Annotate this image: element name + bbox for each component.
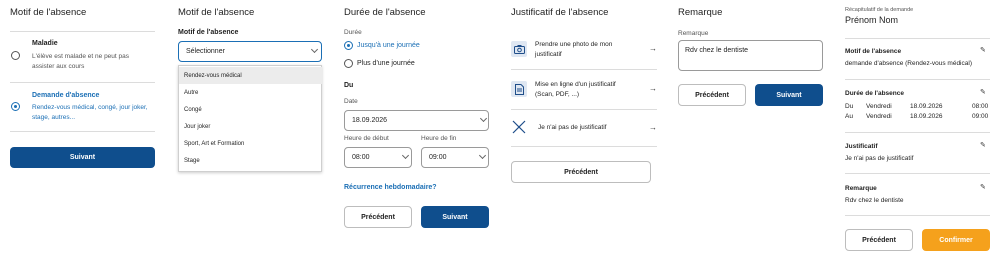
page-title: Justificatif de l'absence: [511, 7, 609, 18]
page-title: Remarque: [678, 7, 723, 18]
dropdown-option[interactable]: Rendez-vous médical: [179, 67, 322, 84]
page-title: Durée de l'absence: [344, 7, 426, 18]
recap-rem-value: Rdv chez le dentiste: [845, 197, 904, 204]
divider: [10, 131, 155, 132]
edit-pencil-icon[interactable]: ✎: [980, 183, 986, 191]
page-title: Motif de l'absence: [178, 7, 255, 18]
divider: [845, 173, 990, 174]
recap-row-from-time: 08:00: [972, 103, 989, 110]
option-upload[interactable]: Mise en ligne d'un justificatif (Scan, P…: [511, 76, 657, 106]
edit-pencil-icon[interactable]: ✎: [980, 88, 986, 96]
start-time-select[interactable]: 08:00: [344, 147, 412, 168]
dropdown-option[interactable]: Sport, Art et Formation: [179, 135, 322, 152]
radio-maladie[interactable]: [11, 51, 20, 60]
recap-row-from-day: Vendredi: [866, 103, 892, 110]
end-time-select[interactable]: 09:00: [421, 147, 489, 168]
camera-icon: [511, 41, 527, 57]
page-title: Motif de l'absence: [10, 7, 87, 18]
option-desc-maladie: L'élève est malade et ne peut pas assist…: [32, 53, 130, 70]
option-none-label: Je n'ai pas de justificatif: [538, 124, 607, 131]
remark-value: Rdv chez le dentiste: [685, 47, 749, 54]
divider: [511, 69, 657, 70]
recap-row-from-date: 18.09.2026: [910, 103, 943, 110]
arrow-right-icon: →: [649, 123, 657, 132]
option-photo[interactable]: Prendre une photo de mon justificatif →: [511, 36, 657, 66]
recap-just-value: Je n'ai pas de justificatif: [845, 155, 914, 162]
date-field[interactable]: 18.09.2026: [344, 110, 489, 131]
date-value: 18.09.2026: [352, 117, 388, 124]
recap-motif-value: demande d'absence (Rendez-vous médical): [845, 60, 972, 67]
divider: [10, 82, 155, 83]
remark-label: Remarque: [678, 30, 709, 37]
section-du: Du: [344, 82, 354, 89]
edit-pencil-icon[interactable]: ✎: [980, 46, 986, 54]
dropdown-option[interactable]: Congé: [179, 101, 322, 118]
student-name: Prénom Nom: [845, 15, 899, 25]
recap-caption: Récapitulatif de la demande: [845, 7, 914, 13]
select-label: Motif de l'absence: [178, 29, 239, 36]
start-time-label: Heure de début: [344, 135, 389, 142]
dropdown-option[interactable]: Stage: [179, 152, 322, 169]
recap-motif-title: Motif de l'absence: [845, 48, 902, 55]
document-icon: [511, 81, 527, 97]
divider: [511, 146, 657, 147]
dropdown-option[interactable]: Jour joker: [179, 118, 322, 135]
radio-multi-day[interactable]: [344, 59, 353, 68]
date-label: Date: [344, 98, 358, 105]
confirm-button[interactable]: Confirmer: [922, 229, 990, 251]
radio-one-day[interactable]: [344, 41, 353, 50]
recap-row-to-date: 18.09.2026: [910, 113, 943, 120]
arrow-right-icon: →: [649, 84, 657, 93]
previous-button[interactable]: Précédent: [344, 206, 412, 228]
dropdown-option[interactable]: Autre: [179, 84, 322, 101]
recap-row-from-label: Du: [845, 103, 854, 110]
radio-label-multi-day: Plus d'une journée: [357, 60, 415, 67]
previous-button[interactable]: Précédent: [511, 161, 651, 183]
duration-label: Durée: [344, 29, 362, 36]
end-time-value: 09:00: [429, 154, 447, 161]
recap-row-to-label: Au: [845, 113, 853, 120]
dropdown-list: Rendez-vous médical Autre Congé Jour jok…: [178, 65, 322, 172]
recurrence-link[interactable]: Récurrence hebdomadaire?: [344, 184, 437, 191]
recap-duree-title: Durée de l'absence: [845, 90, 904, 97]
start-time-value: 08:00: [352, 154, 370, 161]
recap-row-to-day: Vendredi: [866, 113, 892, 120]
divider: [511, 109, 657, 110]
option-title-demande: Demande d'absence: [32, 92, 100, 99]
radio-label-one-day: Jusqu'à une journée: [357, 42, 420, 49]
remark-textarea[interactable]: Rdv chez le dentiste: [678, 40, 823, 71]
radio-demande[interactable]: [11, 102, 20, 111]
recap-rem-title: Remarque: [845, 185, 877, 192]
next-button[interactable]: Suivant: [421, 206, 489, 228]
previous-button[interactable]: Précédent: [845, 229, 913, 251]
divider: [10, 31, 155, 32]
option-title-maladie: Maladie: [32, 40, 58, 47]
divider: [845, 132, 990, 133]
select-value: Sélectionner: [186, 48, 225, 55]
divider: [845, 215, 990, 216]
motif-select[interactable]: Sélectionner: [178, 41, 322, 62]
option-photo-label: Prendre une photo de mon justificatif: [535, 41, 613, 58]
previous-button[interactable]: Précédent: [678, 84, 746, 106]
option-upload-label: Mise en ligne d'un justificatif (Scan, P…: [535, 81, 616, 98]
arrow-right-icon: →: [649, 44, 657, 53]
recap-just-title: Justificatif: [845, 143, 878, 150]
next-button[interactable]: Suivant: [755, 84, 823, 106]
option-none[interactable]: Je n'ai pas de justificatif →: [511, 117, 657, 141]
option-desc-demande: Rendez-vous médical, congé, jour joker, …: [32, 104, 148, 121]
divider: [845, 79, 990, 80]
next-button[interactable]: Suivant: [10, 147, 155, 168]
divider: [845, 38, 990, 39]
close-icon: [512, 120, 526, 134]
recap-row-to-time: 09:00: [972, 113, 989, 120]
end-time-label: Heure de fin: [421, 135, 457, 142]
edit-pencil-icon[interactable]: ✎: [980, 141, 986, 149]
